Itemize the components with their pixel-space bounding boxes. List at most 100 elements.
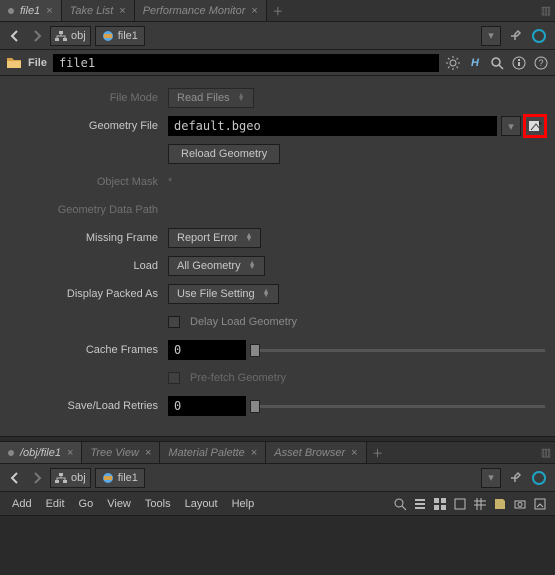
path-level-label: obj [71, 30, 86, 42]
close-icon[interactable]: × [145, 447, 151, 459]
menu-add[interactable]: Add [6, 498, 38, 510]
button-label: Reload Geometry [181, 148, 267, 160]
search-icon[interactable] [489, 55, 505, 71]
network-pathbar: obj file1 ▾ [0, 464, 555, 492]
tab-take-list[interactable]: Take List × [62, 0, 135, 21]
info-icon[interactable] [511, 55, 527, 71]
network-menubar: Add Edit Go View Tools Layout Help [0, 492, 555, 516]
cache-frames-slider[interactable] [250, 340, 545, 360]
dropdown-value: Use File Setting [177, 288, 255, 300]
close-icon[interactable]: × [119, 5, 125, 17]
spinner-arrows-icon: ▲▼ [263, 290, 270, 298]
list-icon[interactable] [411, 495, 429, 513]
tab-network-path[interactable]: /obj/file1 × [0, 442, 82, 463]
hierarchy-icon [55, 472, 67, 484]
hierarchy-icon [55, 30, 67, 42]
prefetch-checkbox[interactable] [168, 372, 180, 384]
parm-pathbar: obj file1 ▾ [0, 22, 555, 50]
pin-icon[interactable] [505, 468, 525, 488]
path-root[interactable]: obj [50, 26, 91, 46]
path-node-label: file1 [118, 30, 138, 42]
close-icon[interactable]: × [251, 447, 257, 459]
save-image-icon[interactable] [531, 495, 549, 513]
close-icon[interactable]: × [351, 447, 357, 459]
network-tabs: /obj/file1 × Tree View × Material Palett… [0, 442, 555, 464]
path-dropdown[interactable]: ▾ [481, 468, 501, 488]
sticky-icon[interactable] [491, 495, 509, 513]
pane-menu-icon[interactable]: ▥ [537, 446, 555, 459]
file-mode-dropdown[interactable]: Read Files ▲▼ [168, 88, 254, 108]
dropdown-value: All Geometry [177, 260, 241, 272]
tab-performance-monitor[interactable]: Performance Monitor × [135, 0, 267, 21]
missing-frame-dropdown[interactable]: Report Error ▲▼ [168, 228, 261, 248]
parm-label-save-retries: Save/Load Retries [10, 400, 168, 412]
save-retries-slider[interactable] [250, 396, 545, 416]
find-icon[interactable] [391, 495, 409, 513]
geometry-file-presets[interactable]: ▾ [501, 116, 521, 136]
close-icon[interactable]: × [251, 5, 257, 17]
path-node[interactable]: file1 [95, 468, 145, 488]
tab-label: Asset Browser [274, 447, 345, 459]
organize-icon[interactable] [451, 495, 469, 513]
op-name-input[interactable] [53, 54, 439, 72]
dropdown-value: Read Files [177, 92, 230, 104]
pin-icon[interactable] [505, 26, 525, 46]
palette-icon[interactable] [431, 495, 449, 513]
pane-menu-icon[interactable]: ▥ [537, 4, 555, 17]
display-packed-dropdown[interactable]: Use File Setting ▲▼ [168, 284, 279, 304]
menu-help[interactable]: Help [226, 498, 261, 510]
parameter-panel: File Mode Read Files ▲▼ Geometry File ▾ [0, 76, 555, 436]
cache-frames-input[interactable] [168, 340, 246, 360]
geometry-file-input[interactable] [168, 116, 497, 136]
delay-load-checkbox[interactable] [168, 316, 180, 328]
close-icon[interactable]: × [46, 5, 52, 17]
tab-label: Material Palette [168, 447, 244, 459]
path-dropdown[interactable]: ▾ [481, 26, 501, 46]
link-ring-icon[interactable] [529, 26, 549, 46]
path-node[interactable]: file1 [95, 26, 145, 46]
menu-view[interactable]: View [101, 498, 137, 510]
gear-icon[interactable] [445, 55, 461, 71]
spinner-arrows-icon: ▲▼ [246, 234, 253, 242]
forward-icon[interactable] [28, 27, 46, 45]
back-icon[interactable] [6, 27, 24, 45]
add-tab-button[interactable]: ＋ [267, 3, 289, 19]
add-tab-button[interactable]: ＋ [367, 445, 389, 461]
tab-pin-dot [8, 8, 14, 14]
close-icon[interactable]: × [67, 447, 73, 459]
houdini-h-icon[interactable]: H [467, 55, 483, 71]
file-chooser-button[interactable] [525, 116, 545, 136]
parm-label-file-mode: File Mode [10, 92, 168, 104]
file-chooser-icon [528, 119, 542, 133]
menu-layout[interactable]: Layout [179, 498, 224, 510]
grid-icon[interactable] [471, 495, 489, 513]
reload-geometry-button[interactable]: Reload Geometry [168, 144, 280, 164]
forward-icon[interactable] [28, 469, 46, 487]
tab-label: /obj/file1 [20, 447, 61, 459]
path-root[interactable]: obj [50, 468, 91, 488]
tab-tree-view[interactable]: Tree View × [82, 442, 160, 463]
menu-tools[interactable]: Tools [139, 498, 177, 510]
parm-label-object-mask: Object Mask [10, 176, 168, 188]
link-ring-icon[interactable] [529, 468, 549, 488]
tab-label: Performance Monitor [143, 5, 246, 17]
back-icon[interactable] [6, 469, 24, 487]
tab-asset-browser[interactable]: Asset Browser × [266, 442, 366, 463]
op-type-label: File [28, 57, 47, 69]
tab-label: Tree View [90, 447, 139, 459]
menu-edit[interactable]: Edit [40, 498, 71, 510]
snapshot-icon[interactable] [511, 495, 529, 513]
spinner-arrows-icon: ▲▼ [249, 262, 256, 270]
tab-material-palette[interactable]: Material Palette × [160, 442, 266, 463]
checkbox-label: Delay Load Geometry [190, 316, 297, 328]
parm-label-missing-frame: Missing Frame [10, 232, 168, 244]
load-dropdown[interactable]: All Geometry ▲▼ [168, 256, 265, 276]
help-icon[interactable]: ? [533, 55, 549, 71]
menu-go[interactable]: Go [73, 498, 100, 510]
save-retries-input[interactable] [168, 396, 246, 416]
tab-label: file1 [20, 5, 40, 17]
tab-file1[interactable]: file1 × [0, 0, 62, 21]
path-node-label: file1 [118, 472, 138, 484]
parm-label-cache-frames: Cache Frames [10, 344, 168, 356]
network-pane: /obj/file1 × Tree View × Material Palett… [0, 442, 555, 516]
